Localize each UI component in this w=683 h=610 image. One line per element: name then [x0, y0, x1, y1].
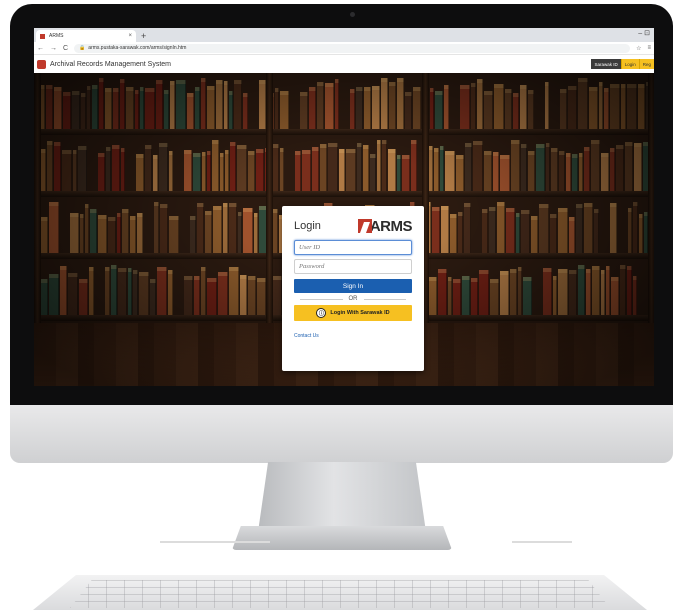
arms-logo: ARMS — [357, 217, 413, 235]
url-text: arms.pustaka-sarawak.com/arms/signIn.htm — [88, 45, 187, 51]
monitor-chin — [10, 405, 673, 463]
password-input[interactable] — [294, 259, 412, 274]
menu-icon[interactable]: ≡ — [647, 45, 651, 51]
or-divider: OR — [294, 296, 412, 302]
register-link[interactable]: Reg — [638, 59, 654, 69]
close-tab-icon[interactable]: × — [128, 33, 132, 39]
contact-us-link[interactable]: Contact Us — [294, 333, 412, 339]
browser-tab[interactable]: ARMS × — [36, 30, 136, 42]
favicon-icon — [40, 33, 45, 39]
user-id-input[interactable] — [294, 240, 412, 255]
monitor-stand-neck — [258, 462, 426, 532]
card-header: Login ARMS — [294, 216, 413, 236]
forward-arrow-icon[interactable]: → — [50, 45, 57, 52]
address-bar-row: ← → C 🔒 arms.pustaka-sarawak.com/arms/si… — [34, 42, 654, 55]
browser-screen: ARMS × + – ⊡ ← → C 🔒 arms.pustaka-sarawa… — [34, 28, 654, 386]
window-controls[interactable]: – ⊡ — [638, 29, 650, 37]
tab-bar: ARMS × + – ⊡ — [34, 28, 654, 42]
sign-in-button[interactable]: Sign In — [294, 279, 412, 293]
sarawak-button-label: Login With Sarawak ID — [330, 310, 390, 316]
desk-line — [160, 541, 270, 543]
new-tab-button[interactable]: + — [141, 30, 146, 42]
header-actions: Sarawak ID Login Reg — [591, 59, 654, 69]
back-arrow-icon[interactable]: ← — [37, 45, 44, 52]
lock-icon: 🔒 — [79, 45, 86, 51]
star-icon[interactable]: ☆ — [636, 45, 641, 52]
tab-title: ARMS — [49, 33, 64, 39]
reload-icon[interactable]: C — [63, 45, 68, 52]
sarawak-id-button[interactable]: Sarawak ID — [591, 59, 621, 69]
arms-logo-icon — [37, 59, 46, 69]
library-background: Login ARMS Sign In OR ⓘ Login With Saraw… — [34, 73, 654, 386]
monitor-stand-base — [232, 526, 452, 550]
login-heading: Login — [294, 220, 321, 232]
arms-logo-text: ARMS — [369, 217, 413, 235]
url-field[interactable]: 🔒 arms.pustaka-sarawak.com/arms/signIn.h… — [74, 43, 631, 53]
desk-line — [512, 541, 572, 543]
computer-mockup: ARMS × + – ⊡ ← → C 🔒 arms.pustaka-sarawa… — [0, 0, 683, 610]
camera-dot — [350, 12, 355, 17]
arms-mark-icon — [357, 219, 372, 233]
sarawak-id-icon: ⓘ — [316, 308, 327, 318]
app-title: Archival Records Management System — [50, 60, 171, 68]
keyboard-keys — [70, 580, 610, 608]
login-card: Login ARMS Sign In OR ⓘ Login With Saraw… — [282, 206, 424, 371]
login-link[interactable]: Login — [620, 59, 639, 69]
login-with-sarawak-id-button[interactable]: ⓘ Login With Sarawak ID — [294, 305, 412, 321]
app-header: Archival Records Management System Saraw… — [34, 55, 654, 73]
